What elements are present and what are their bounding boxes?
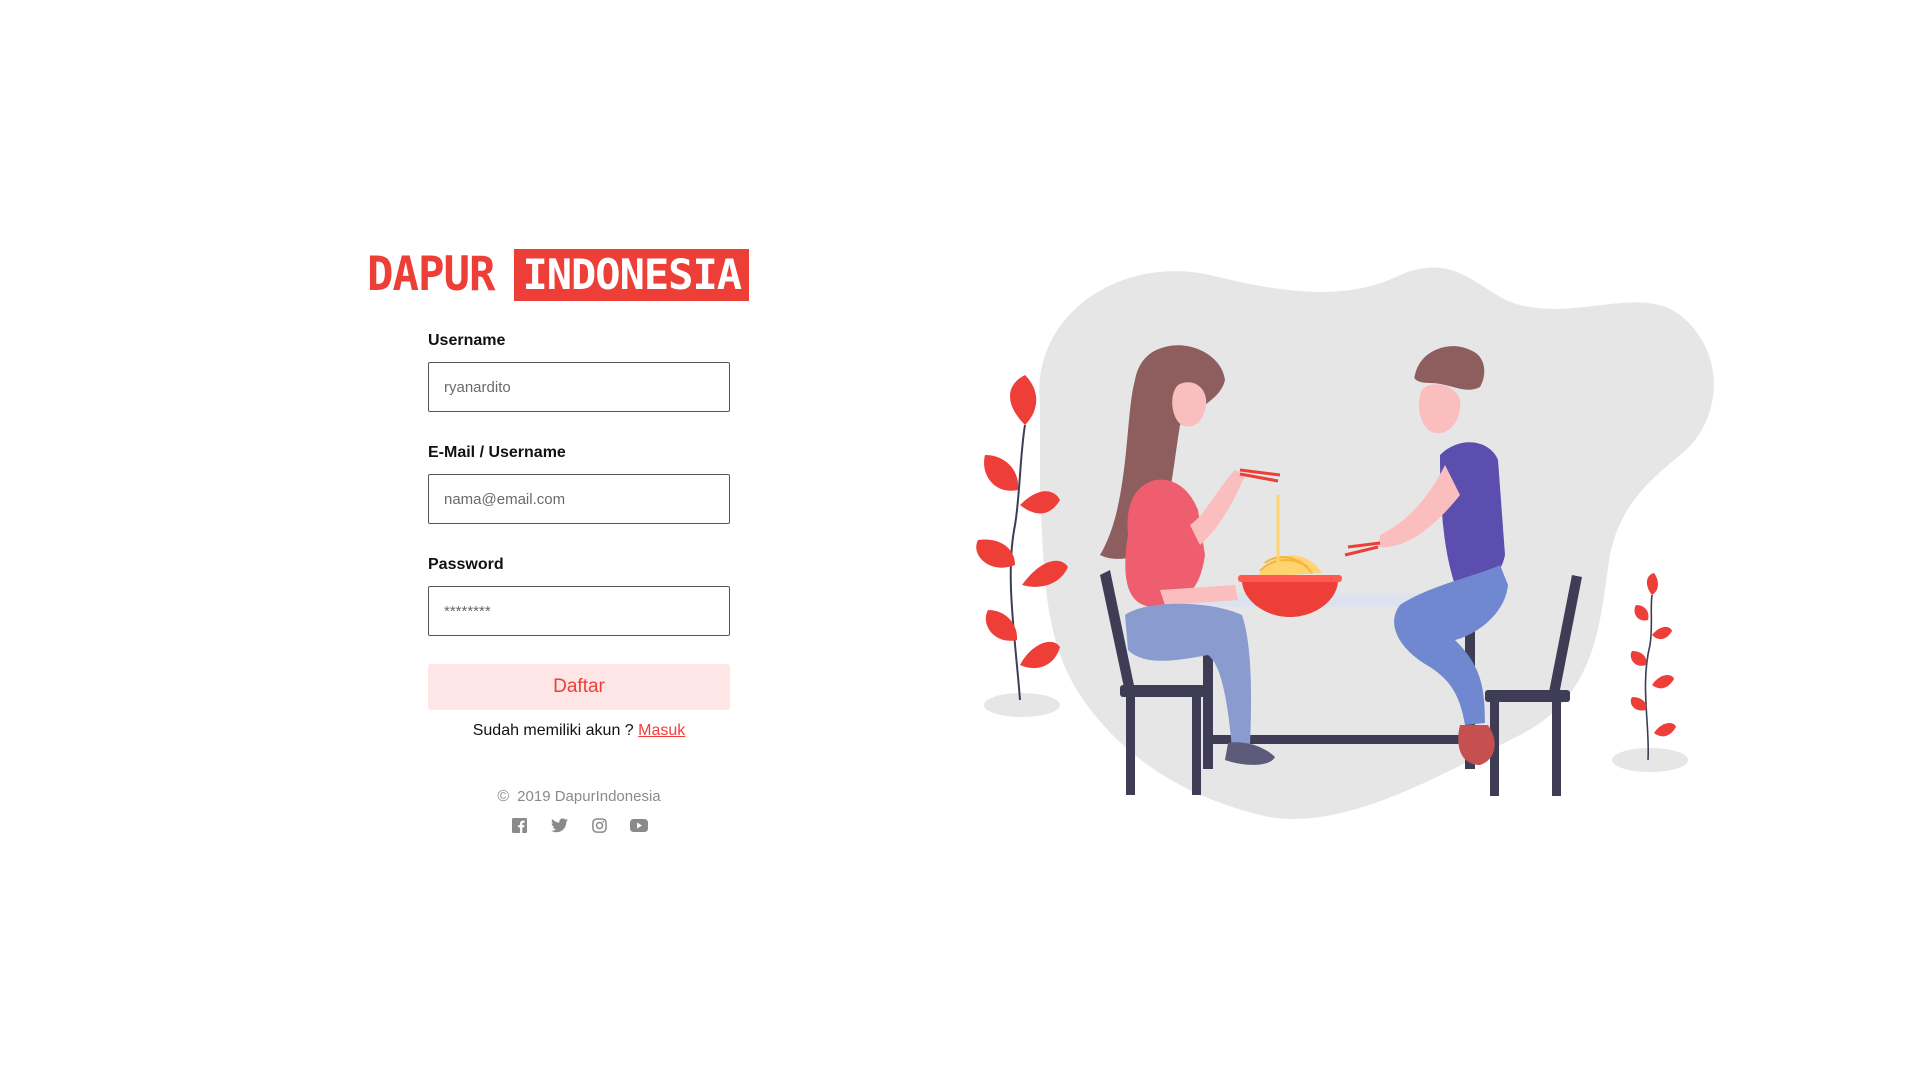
logo-word-indonesia: INDONESIA xyxy=(514,249,750,301)
logo-word-dapur: DAPUR xyxy=(367,246,495,302)
email-label: E-Mail / Username xyxy=(428,444,566,461)
instagram-icon[interactable] xyxy=(590,816,608,834)
login-prompt-text: Sudah memiliki akun ? xyxy=(472,722,634,739)
password-label: Password xyxy=(428,556,504,573)
username-label: Username xyxy=(428,332,506,349)
username-input[interactable] xyxy=(428,362,730,412)
password-group: Password xyxy=(428,554,730,636)
login-prompt-line: Sudah memiliki akun ? Masuk xyxy=(428,722,730,740)
dining-illustration xyxy=(976,267,1714,819)
register-button[interactable]: Daftar xyxy=(428,664,730,710)
copyright: © 2019 DapurIndonesia xyxy=(428,788,730,806)
copyright-text: 2019 DapurIndonesia xyxy=(517,788,661,805)
youtube-icon[interactable] xyxy=(630,816,648,834)
right-plant-icon xyxy=(1630,573,1676,761)
email-group: E-Mail / Username xyxy=(428,442,730,524)
email-input[interactable] xyxy=(428,474,730,524)
username-group: Username xyxy=(428,330,730,412)
password-input[interactable] xyxy=(428,586,730,636)
facebook-icon[interactable] xyxy=(510,816,528,834)
social-links xyxy=(428,816,730,834)
copyright-icon: © xyxy=(497,788,510,805)
register-form-column: DAPUR INDONESIA Username E-Mail / Userna… xyxy=(367,246,797,833)
twitter-icon[interactable] xyxy=(550,816,568,834)
register-page: DAPUR INDONESIA Username E-Mail / Userna… xyxy=(0,0,1920,1080)
footer: © 2019 DapurIndonesia xyxy=(428,788,730,834)
brand-logo: DAPUR INDONESIA xyxy=(367,246,797,302)
register-form: Username E-Mail / Username Password Daft… xyxy=(428,330,730,834)
login-link[interactable]: Masuk xyxy=(638,722,685,739)
